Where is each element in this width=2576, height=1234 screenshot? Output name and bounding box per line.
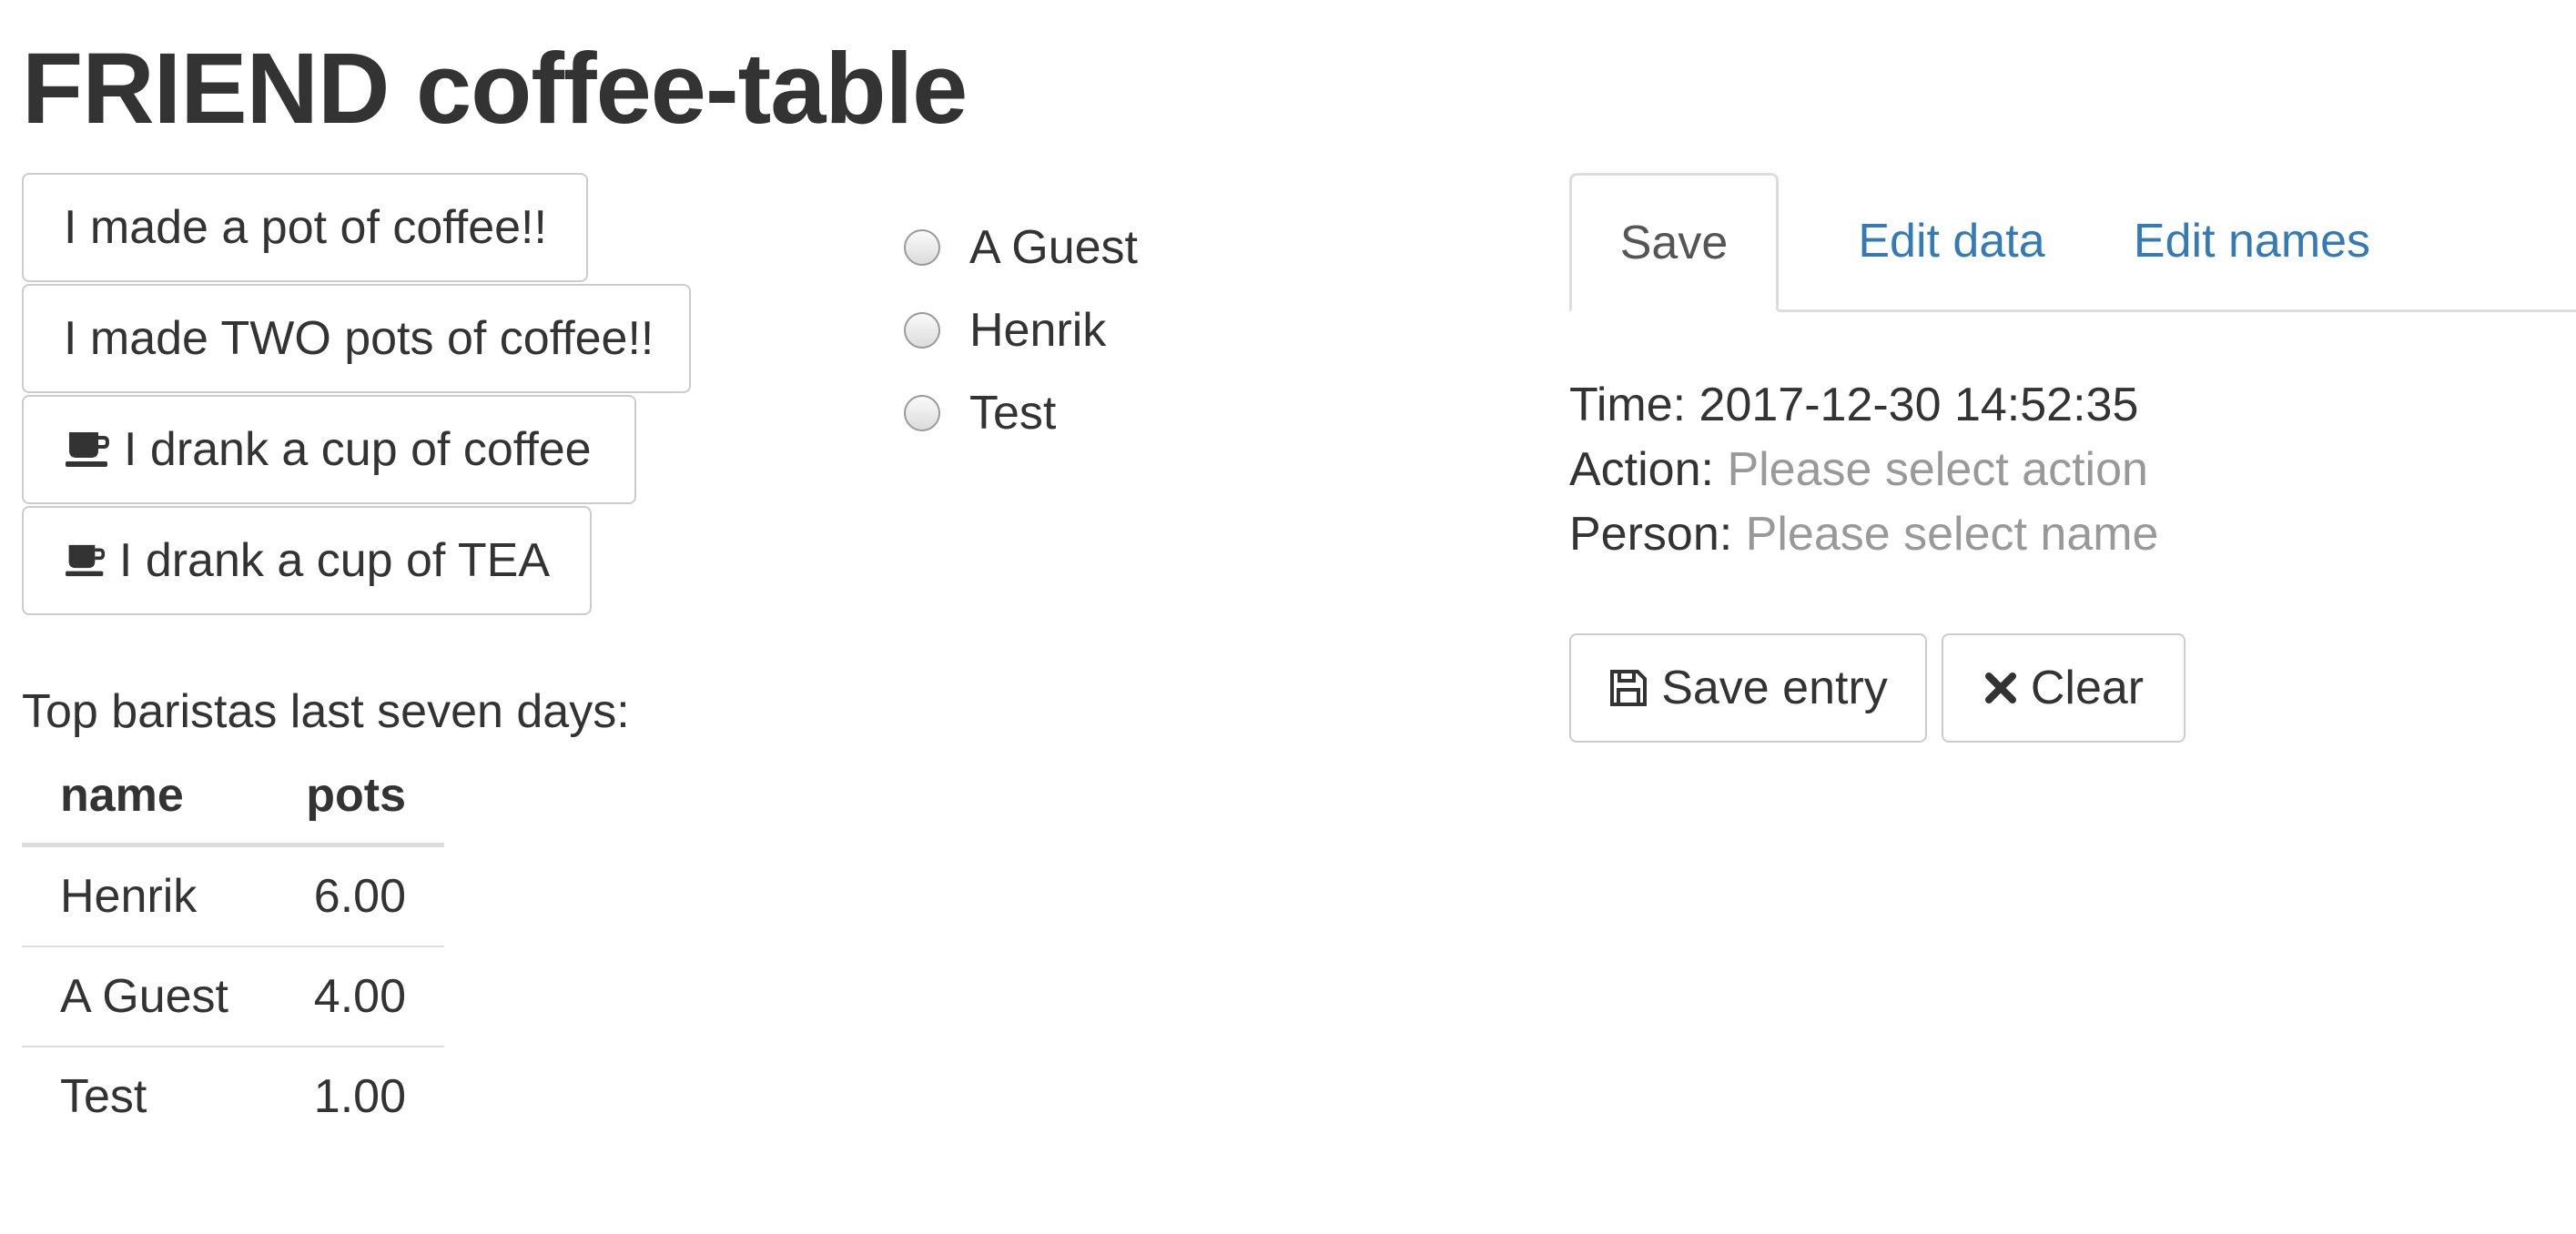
radio-label: A Guest: [969, 220, 1138, 274]
baristas-heading: Top baristas last seven days:: [22, 685, 630, 738]
radio-option-henrik[interactable]: Henrik: [904, 288, 1138, 371]
made-pot-label: I made a pot of coffee!!: [64, 201, 547, 254]
person-label: Person:: [1569, 508, 1733, 561]
person-radio-group: A Guest Henrik Test: [904, 206, 1138, 454]
person-placeholder: Please select name: [1745, 508, 2159, 561]
action-label: Action:: [1569, 443, 1714, 496]
clear-button[interactable]: Clear: [1942, 633, 2186, 743]
action-row: Action: Please select action: [1569, 438, 2158, 502]
radio-button[interactable]: [904, 394, 940, 431]
floppy-disk-icon: [1610, 670, 1648, 706]
time-label: Time:: [1569, 379, 1687, 431]
table-row: Test 1.00: [22, 1047, 444, 1146]
time-value: 2017-12-30 14:52:35: [1699, 379, 2139, 431]
drank-coffee-label: I drank a cup of coffee: [124, 423, 592, 476]
page-title: FRIEND coffee-table: [22, 33, 968, 145]
entry-summary: Time: 2017-12-30 14:52:35 Action: Please…: [1569, 373, 2158, 567]
radio-button[interactable]: [904, 228, 940, 266]
table-row: A Guest 4.00: [22, 946, 444, 1047]
made-two-pots-label: I made TWO pots of coffee!!: [64, 312, 654, 365]
barista-pots: 4.00: [275, 946, 444, 1047]
time-row: Time: 2017-12-30 14:52:35: [1569, 373, 2158, 438]
drank-tea-button[interactable]: I drank a cup of TEA: [22, 506, 592, 615]
save-entry-button[interactable]: Save entry: [1569, 633, 1927, 743]
coffee-cup-icon: [66, 432, 109, 467]
barista-name: Test: [60, 1070, 147, 1123]
table-header-row: name pots: [22, 748, 444, 847]
column-header-name: name: [22, 748, 276, 847]
barista-pots: 1.00: [313, 1070, 406, 1123]
barista-name: A Guest: [22, 946, 276, 1047]
coffee-cup-icon: [66, 544, 106, 577]
drank-tea-label: I drank a cup of TEA: [118, 534, 550, 587]
tab-save[interactable]: Save: [1569, 173, 1779, 312]
radio-label: Test: [969, 386, 1057, 440]
clear-label: Clear: [2030, 662, 2145, 714]
barista-pots: 6.00: [275, 845, 444, 947]
person-row: Person: Please select name: [1569, 502, 2158, 567]
radio-button[interactable]: [904, 311, 940, 349]
radio-option-test[interactable]: Test: [904, 371, 1138, 454]
table-row: Henrik 6.00: [22, 845, 444, 947]
baristas-table: name pots Henrik 6.00 A Guest 4.00 Test …: [22, 748, 444, 1146]
radio-label: Henrik: [969, 303, 1107, 357]
tab-edit-names[interactable]: Edit names: [2115, 173, 2388, 309]
radio-option-a-guest[interactable]: A Guest: [904, 206, 1138, 288]
drank-coffee-button[interactable]: I drank a cup of coffee: [22, 395, 636, 504]
save-entry-label: Save entry: [1661, 662, 1888, 714]
action-placeholder: Please select action: [1727, 443, 2148, 496]
tab-edit-data[interactable]: Edit data: [1833, 173, 2070, 309]
made-two-pots-button[interactable]: I made TWO pots of coffee!!: [22, 284, 691, 393]
tab-bar: Save Edit data Edit names: [1569, 173, 2576, 312]
column-header-pots: pots: [275, 748, 444, 847]
made-pot-button[interactable]: I made a pot of coffee!!: [22, 173, 588, 282]
barista-name: Henrik: [22, 845, 276, 947]
x-mark-icon: [1984, 673, 2016, 703]
